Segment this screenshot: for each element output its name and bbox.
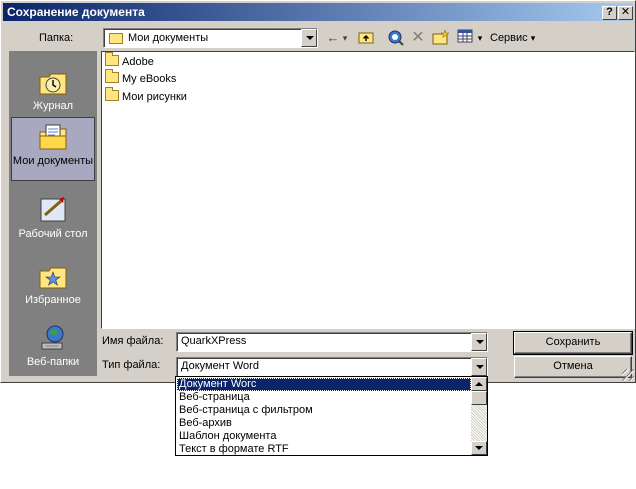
search-web-icon[interactable] [386,29,406,47]
place-my-documents[interactable]: Мои документы [11,117,95,181]
list-item[interactable]: My eBooks [105,69,176,87]
folder-combo[interactable]: Мои документы [103,28,318,48]
folder-value: Мои документы [128,32,209,44]
close-button[interactable]: ✕ [618,6,633,20]
views-dropdown-icon[interactable]: ▾ [475,29,485,47]
scroll-up-button[interactable] [471,377,487,391]
place-desktop[interactable]: Рабочий стол [11,191,95,243]
desktop-icon [37,195,69,225]
filetype-label: Тип файла: [102,359,161,371]
filename-value: QuarkXPress [181,335,247,347]
up-folder-icon[interactable] [356,29,376,47]
list-item[interactable]: Мои рисунки [105,87,187,105]
scroll-down-button[interactable] [471,441,487,455]
cancel-button[interactable]: Отмена [514,356,632,378]
tools-label: Сервис [490,32,528,44]
place-my-documents-label: Мои документы [12,155,94,167]
folder-icon [105,87,119,101]
filename-label: Имя файла: [102,335,164,347]
tools-menu[interactable]: Сервис ▾ [490,32,535,44]
filetype-option[interactable]: Веб-страница с фильтром [177,404,471,417]
file-list[interactable]: Adobe My eBooks Мои рисунки [101,51,635,329]
filetype-option[interactable]: Шаблон документа [177,430,471,443]
filename-dropdown-button[interactable] [471,333,487,351]
favorites-icon [37,261,69,291]
history-icon [37,67,69,97]
scroll-thumb[interactable] [471,391,487,405]
new-folder-icon[interactable] [431,29,451,47]
filetype-option[interactable]: Текст в формате RTF [177,443,471,456]
filename-input[interactable]: QuarkXPress [176,332,488,352]
filetype-dropdown-button[interactable] [471,358,487,376]
resize-grip[interactable] [622,369,634,381]
my-documents-small-icon [109,33,123,44]
scroll-track[interactable] [471,405,487,441]
save-dialog: Сохранение документа ? ✕ Папка: Мои доку… [0,0,636,383]
folder-icon [105,52,119,66]
title-bar[interactable]: Сохранение документа ? ✕ [3,3,633,21]
place-favorites-label: Избранное [25,294,81,306]
tools-dropdown-icon: ▾ [530,33,536,43]
help-button[interactable]: ? [602,6,617,20]
folder-dropdown-button[interactable] [301,29,317,47]
my-documents-icon [37,122,69,152]
web-folders-icon [37,323,69,353]
filetype-select[interactable]: Документ Word [176,357,488,377]
place-web-folders-label: Веб-папки [26,356,80,368]
filetype-option[interactable]: Веб-архив [177,417,471,430]
filetype-dropdown-list[interactable]: Документ Worc Веб-страница Веб-страница … [175,376,488,456]
save-button[interactable]: Сохранить [513,331,633,355]
list-item[interactable]: Adobe [105,52,154,70]
folder-icon [105,69,119,83]
place-history[interactable]: Журнал [11,63,95,115]
dropdown-scrollbar[interactable] [471,377,487,455]
window-title: Сохранение документа [7,5,145,19]
places-bar: Журнал Мои документы Рабочий стол Избран… [9,51,97,376]
place-web-folders[interactable]: Веб-папки [11,319,95,371]
delete-icon[interactable]: ✕ [408,29,428,47]
back-dropdown-icon[interactable]: ▾ [340,29,350,47]
filetype-option[interactable]: Веб-страница [177,391,471,404]
filetype-option[interactable]: Документ Worc [177,378,471,391]
views-icon[interactable] [455,29,475,47]
folder-label: Папка: [39,32,74,44]
place-favorites[interactable]: Избранное [11,257,95,309]
place-history-label: Журнал [32,100,74,112]
filetype-value: Документ Word [181,360,259,372]
place-desktop-label: Рабочий стол [18,228,88,240]
